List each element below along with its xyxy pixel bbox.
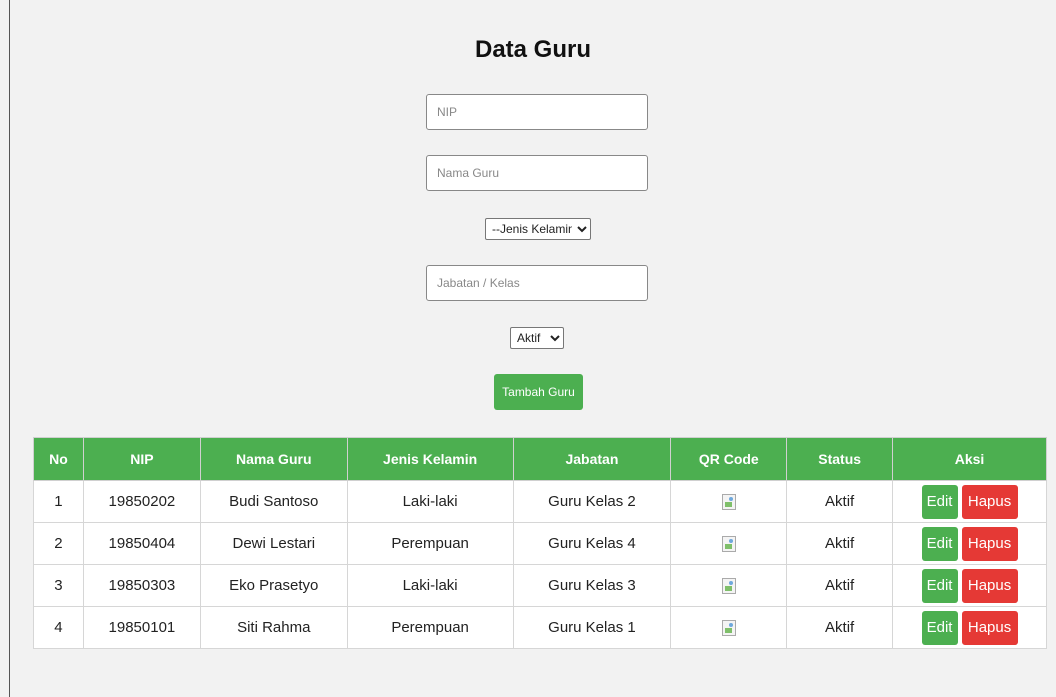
hapus-button[interactable]: Hapus xyxy=(961,526,1018,561)
header-status: Status xyxy=(786,437,894,481)
broken-image-icon xyxy=(721,578,736,595)
cell-aksi: Edit Hapus xyxy=(892,606,1047,649)
table-row: 4 19850101 Siti Rahma Perempuan Guru Kel… xyxy=(33,606,1047,649)
cell-aksi: Edit Hapus xyxy=(892,522,1047,565)
header-nip: NIP xyxy=(82,437,201,481)
header-nama-guru: Nama Guru xyxy=(199,437,348,481)
cell-no: 2 xyxy=(33,522,84,565)
nama-guru-input[interactable] xyxy=(426,155,648,191)
header-no: No xyxy=(33,437,84,481)
cell-nama: Eko Prasetyo xyxy=(199,564,348,607)
cell-status: Aktif xyxy=(786,480,894,523)
cell-nip: 19850202 xyxy=(82,480,201,523)
cell-jabatan: Guru Kelas 2 xyxy=(512,480,672,523)
status-select[interactable]: Aktif xyxy=(510,327,564,349)
cell-nama: Budi Santoso xyxy=(199,480,348,523)
table-row: 3 19850303 Eko Prasetyo Laki-laki Guru K… xyxy=(33,564,1047,607)
cell-nip: 19850404 xyxy=(82,522,201,565)
cell-nama: Dewi Lestari xyxy=(199,522,348,565)
page-title: Data Guru xyxy=(474,36,591,63)
edit-button[interactable]: Edit xyxy=(921,610,958,645)
header-jabatan: Jabatan xyxy=(512,437,672,481)
cell-no: 1 xyxy=(33,480,84,523)
edit-button[interactable]: Edit xyxy=(921,484,958,519)
cell-nip: 19850101 xyxy=(82,606,201,649)
cell-status: Aktif xyxy=(786,522,894,565)
table-header-row: No NIP Nama Guru Jenis Kelamin Jabatan Q… xyxy=(33,437,1047,481)
table-row: 1 19850202 Budi Santoso Laki-laki Guru K… xyxy=(33,480,1047,523)
cell-nip: 19850303 xyxy=(82,564,201,607)
tambah-guru-button[interactable]: Tambah Guru xyxy=(494,374,583,410)
header-jenis-kelamin: Jenis Kelamin xyxy=(346,437,514,481)
gender-select[interactable]: --Jenis Kelamin-- xyxy=(485,218,591,240)
cell-qr xyxy=(670,606,788,649)
cell-qr xyxy=(670,564,788,607)
broken-image-icon xyxy=(721,620,736,637)
jabatan-input[interactable] xyxy=(426,265,648,301)
edit-button[interactable]: Edit xyxy=(921,526,958,561)
header-qr-code: QR Code xyxy=(670,437,788,481)
cell-status: Aktif xyxy=(786,606,894,649)
cell-status: Aktif xyxy=(786,564,894,607)
cell-aksi: Edit Hapus xyxy=(892,564,1047,607)
hapus-button[interactable]: Hapus xyxy=(961,484,1018,519)
cell-jenis-kelamin: Perempuan xyxy=(346,522,514,565)
cell-jenis-kelamin: Laki-laki xyxy=(346,480,514,523)
hapus-button[interactable]: Hapus xyxy=(961,568,1018,603)
broken-image-icon xyxy=(721,536,736,553)
cell-jabatan: Guru Kelas 1 xyxy=(512,606,672,649)
cell-nama: Siti Rahma xyxy=(199,606,348,649)
cell-jenis-kelamin: Laki-laki xyxy=(346,564,514,607)
cell-jabatan: Guru Kelas 3 xyxy=(512,564,672,607)
cell-no: 4 xyxy=(33,606,84,649)
cell-qr xyxy=(670,522,788,565)
nip-input[interactable] xyxy=(426,94,648,130)
header-aksi: Aksi xyxy=(892,437,1047,481)
broken-image-icon xyxy=(721,494,736,511)
cell-qr xyxy=(670,480,788,523)
cell-jabatan: Guru Kelas 4 xyxy=(512,522,672,565)
table-row: 2 19850404 Dewi Lestari Perempuan Guru K… xyxy=(33,522,1047,565)
cell-jenis-kelamin: Perempuan xyxy=(346,606,514,649)
edit-button[interactable]: Edit xyxy=(921,568,958,603)
teacher-table: No NIP Nama Guru Jenis Kelamin Jabatan Q… xyxy=(33,437,1047,649)
cell-aksi: Edit Hapus xyxy=(892,480,1047,523)
hapus-button[interactable]: Hapus xyxy=(961,610,1018,645)
page: Data Guru --Jenis Kelamin-- Aktif Tambah… xyxy=(10,0,1056,697)
cell-no: 3 xyxy=(33,564,84,607)
